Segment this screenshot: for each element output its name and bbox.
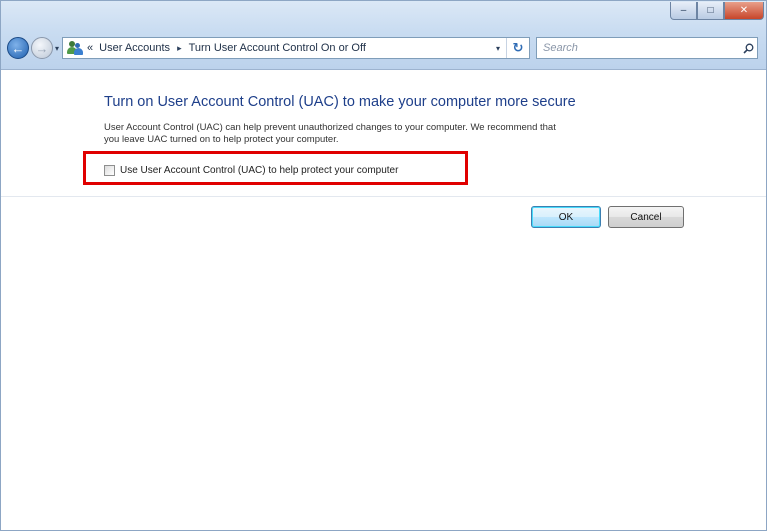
- forward-arrow-icon: →: [35, 40, 49, 56]
- divider: [1, 196, 766, 197]
- uac-checkbox-row[interactable]: Use User Account Control (UAC) to help p…: [104, 162, 398, 178]
- user-accounts-icon: [67, 40, 84, 56]
- description-text: User Account Control (UAC) can help prev…: [104, 122, 684, 146]
- back-button[interactable]: ←: [7, 37, 29, 59]
- refresh-icon[interactable]: ↻: [506, 38, 529, 58]
- address-dropdown-icon[interactable]: ▾: [490, 38, 506, 58]
- ok-button[interactable]: OK: [531, 206, 601, 228]
- page-title: Turn on User Account Control (UAC) to ma…: [104, 94, 576, 110]
- navigation-bar: ← → ▾ « User Accounts ▸ Turn User Accoun…: [7, 35, 758, 61]
- description-line-2: you leave UAC turned on to help protect …: [104, 134, 339, 145]
- maximize-button[interactable]: □: [697, 2, 724, 20]
- back-arrow-icon: ←: [11, 40, 25, 56]
- cancel-button[interactable]: Cancel: [608, 206, 684, 228]
- search-icon[interactable]: [739, 43, 757, 54]
- window-chrome: – □ ✕ ← → ▾ « User Accounts ▸ Turn User …: [1, 1, 766, 70]
- breadcrumb-uac-page[interactable]: Turn User Account Control On or Off: [187, 42, 368, 54]
- recent-pages-dropdown[interactable]: ▾: [55, 44, 59, 53]
- search-placeholder: Search: [543, 42, 578, 54]
- uac-checkbox-label[interactable]: Use User Account Control (UAC) to help p…: [120, 165, 398, 176]
- uac-checkbox[interactable]: [104, 164, 115, 176]
- address-bar[interactable]: « User Accounts ▸ Turn User Account Cont…: [62, 37, 530, 59]
- breadcrumb-overflow[interactable]: «: [87, 42, 93, 54]
- description-line-1: User Account Control (UAC) can help prev…: [104, 122, 556, 133]
- breadcrumb-user-accounts[interactable]: User Accounts: [97, 42, 172, 54]
- content-pane: Turn on User Account Control (UAC) to ma…: [1, 70, 766, 530]
- minimize-button[interactable]: –: [670, 2, 697, 20]
- search-input[interactable]: Search: [536, 37, 758, 59]
- forward-button[interactable]: →: [31, 37, 53, 59]
- caption-buttons: – □ ✕: [670, 2, 764, 20]
- breadcrumb-chevron-icon[interactable]: ▸: [177, 43, 182, 54]
- uac-settings-window: – □ ✕ ← → ▾ « User Accounts ▸ Turn User …: [0, 0, 767, 531]
- close-button[interactable]: ✕: [724, 2, 764, 20]
